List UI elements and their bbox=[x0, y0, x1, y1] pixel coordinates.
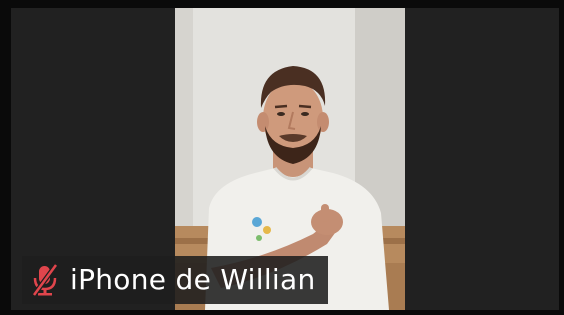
meeting-view: iPhone de Willian bbox=[0, 0, 564, 315]
participant-name: iPhone de Willian bbox=[70, 263, 316, 296]
microphone-muted-icon bbox=[31, 264, 59, 296]
participant-video-tile[interactable]: iPhone de Willian bbox=[11, 8, 559, 310]
participant-name-bar: iPhone de Willian bbox=[22, 256, 328, 304]
